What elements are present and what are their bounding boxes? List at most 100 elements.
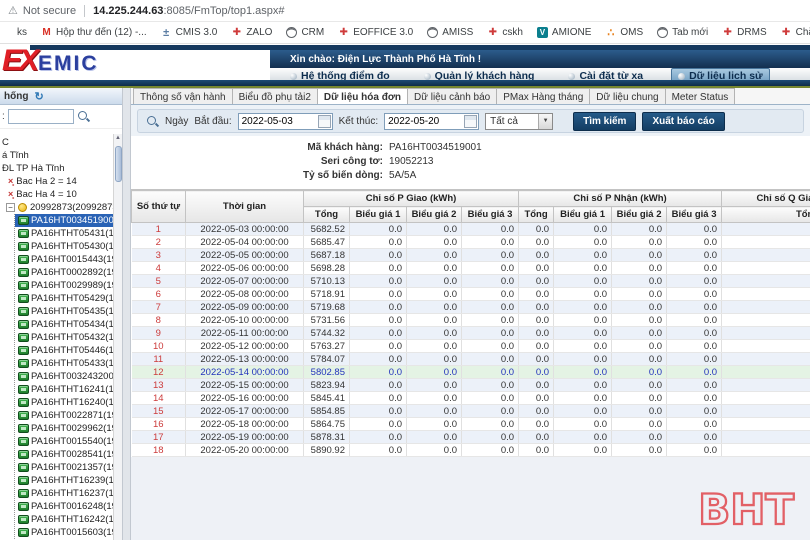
end-date-input[interactable] [385,116,463,127]
bookmark-item[interactable]: CRM [286,27,324,38]
table-row[interactable]: 3 2022-05-05 00:00:00 5687.18 0.0 0.0 0.… [132,249,810,262]
table-row[interactable]: 6 2022-05-08 00:00:00 5718.91 0.0 0.0 0.… [132,288,810,301]
type-select[interactable]: Tất cả [485,113,553,130]
bookmark-item[interactable]: AMISS [427,27,473,38]
table-row[interactable]: 13 2022-05-15 00:00:00 5823.94 0.0 0.0 0… [132,379,810,392]
tab[interactable]: Dữ liệu chung [589,88,665,104]
sidebar-splitter[interactable] [122,88,131,540]
table-row[interactable]: 10 2022-05-12 00:00:00 5763.27 0.0 0.0 0… [132,340,810,353]
table-row[interactable]: 1 2022-05-03 00:00:00 5682.52 0.0 0.0 0.… [132,223,810,236]
tree-meter-item[interactable]: PA16HT0034519001( [15,214,113,227]
meter-icon [18,385,29,394]
bookmark-item[interactable]: CMIS 3.0 [161,27,218,38]
tree-meter-item[interactable]: PA16HT0029962(190 [15,422,113,435]
table-row[interactable]: 15 2022-05-17 00:00:00 5854.85 0.0 0.0 0… [132,405,810,418]
customer-info-row: Tỷ số biến dòng: 5A/5A [131,169,810,183]
tree-feeder-node[interactable]: Bac Ha 4 = 10 [0,188,113,201]
table-row[interactable]: 4 2022-05-06 00:00:00 5698.28 0.0 0.0 0.… [132,262,810,275]
calendar-icon[interactable] [318,115,331,128]
table-row[interactable]: 14 2022-05-16 00:00:00 5845.41 0.0 0.0 0… [132,392,810,405]
tree-meter-item[interactable]: PA16HT0028541(190 [15,448,113,461]
tree-scrollbar-thumb[interactable] [115,146,122,182]
tab[interactable]: Dữ liệu hóa đơn [317,88,408,104]
tree-meter-item[interactable]: PA16HT0015603(190 [15,526,113,539]
start-date-input[interactable] [239,116,317,127]
tree-meter-item[interactable]: PA16HTHT16240(19C [15,396,113,409]
scroll-up-arrow-icon[interactable] [114,134,122,143]
bookmark-item[interactable]: EOFFICE 3.0 [338,27,413,38]
sidebar-panel-title: hống [4,91,28,102]
tab[interactable]: Thông số vận hành [133,88,233,104]
table-row[interactable]: 17 2022-05-19 00:00:00 5878.31 0.0 0.0 0… [132,431,810,444]
tab[interactable]: Dữ liệu cảnh báo [407,88,497,104]
p-nhan-bg3-cell: 0.0 [667,327,722,340]
tree-meter-item[interactable]: PA16HTHT16242(19C [15,513,113,526]
tree-meter-item[interactable]: PA16HT0015443(190 [15,253,113,266]
bookmark-item[interactable]: AMIONE [537,27,591,38]
tree-meter-item[interactable]: PA16HTHT16239(19C [15,474,113,487]
tree-scrollbar[interactable] [113,134,122,540]
table-row[interactable]: 7 2022-05-09 00:00:00 5719.68 0.0 0.0 0.… [132,301,810,314]
bookmark-item[interactable]: Chăm Sóc Khách H... [781,27,810,38]
p-nhan-bg1-cell: 0.0 [554,223,612,236]
bookmark-item[interactable]: cskh [487,27,523,38]
tree-meter-item[interactable]: PA16HT0002892(190 [15,266,113,279]
tree-meter-item[interactable]: PA16HTHT05431(19C [15,227,113,240]
browser-address-bar[interactable]: Not secure 14.225.244.63 :8085/FmTop/top… [0,0,810,22]
tree-meter-item[interactable]: PA16HTHT05432(19C [15,331,113,344]
tree-meter-item[interactable]: PA16HT0029989(190 [15,279,113,292]
tree-meter-item[interactable]: PA16HT0015540(190 [15,435,113,448]
tree-root-node[interactable]: ĐL TP Hà Tĩnh [0,162,113,175]
bht-watermark: BHT [698,485,794,534]
customer-info-label: Seri công tơ: [131,155,389,169]
bookmark-item[interactable]: ks [2,27,27,38]
tree-meter-item[interactable]: PA16HTHT05430(19C [15,240,113,253]
tree-meter-item[interactable]: PA16HTHT05446(19C [15,344,113,357]
start-date-label: Bắt đầu: [194,116,231,127]
bookmark-label: cskh [502,27,523,38]
table-row[interactable]: 12 2022-05-14 00:00:00 5802.85 0.0 0.0 0… [132,366,810,379]
tree-meter-item[interactable]: PA16HTHT05434(19C [15,318,113,331]
tree-search-input[interactable] [8,109,74,124]
tree-meter-item[interactable]: PA16HT0016248(190 [15,500,113,513]
table-row[interactable]: 18 2022-05-20 00:00:00 5890.92 0.0 0.0 0… [132,444,810,457]
table-row[interactable]: 11 2022-05-13 00:00:00 5784.07 0.0 0.0 0… [132,353,810,366]
p-giao-bg1-cell: 0.0 [350,405,407,418]
tree-meter-item[interactable]: PA16HTHT05429(19C [15,292,113,305]
bookmark-item[interactable]: OMS [605,27,643,38]
tree-meter-item[interactable]: PA16HTHT05435(19C [15,305,113,318]
bookmark-item[interactable]: Hộp thư đến (12) -... [41,27,147,38]
p-giao-bg3-cell: 0.0 [462,353,519,366]
table-row[interactable]: 5 2022-05-07 00:00:00 5710.13 0.0 0.0 0.… [132,275,810,288]
refresh-icon[interactable] [34,90,43,103]
tree-meter-item[interactable]: PA16HT0032432001( [15,370,113,383]
tab[interactable]: PMax Hàng tháng [496,88,590,104]
url-separator [84,5,85,17]
collapse-icon[interactable] [6,203,15,212]
tab[interactable]: Meter Status [665,88,736,104]
search-button[interactable]: Tìm kiếm [573,112,636,131]
tree-meter-item[interactable]: PA16HT0021357(190 [15,461,113,474]
calendar-icon[interactable] [464,115,477,128]
tree-node-label: C [2,136,9,149]
search-icon[interactable] [77,110,90,123]
not-secure-warning-icon[interactable] [8,4,23,17]
tree-feeder-node[interactable]: Bac Ha 2 = 14 [0,175,113,188]
tree-meter-item[interactable]: PA16HTHT16237(19C [15,487,113,500]
tree-meter-item[interactable]: PA16HT0022871(190 [15,409,113,422]
tree-station-node[interactable]: 20992873(20992873) [0,201,113,214]
table-row[interactable]: 9 2022-05-11 00:00:00 5744.32 0.0 0.0 0.… [132,327,810,340]
tab[interactable]: Biểu đồ phụ tải2 [232,88,318,104]
table-row[interactable]: 16 2022-05-18 00:00:00 5864.75 0.0 0.0 0… [132,418,810,431]
sub-header: Biểu giá 2 [407,207,462,223]
table-row[interactable]: 8 2022-05-10 00:00:00 5731.56 0.0 0.0 0.… [132,314,810,327]
bookmark-item[interactable]: ZALO [231,27,272,38]
bookmark-item[interactable]: DRMS [722,27,766,38]
tree-meter-item[interactable]: PA16HTHT05433(19C [15,357,113,370]
export-report-button[interactable]: Xuất báo cáo [642,112,724,131]
bookmark-item[interactable]: Tab mới [657,27,708,38]
tree-root-node[interactable]: C [0,136,113,149]
table-row[interactable]: 2 2022-05-04 00:00:00 5685.47 0.0 0.0 0.… [132,236,810,249]
tree-meter-item[interactable]: PA16HTHT16241(19C [15,383,113,396]
tree-root-node[interactable]: á Tĩnh [0,149,113,162]
